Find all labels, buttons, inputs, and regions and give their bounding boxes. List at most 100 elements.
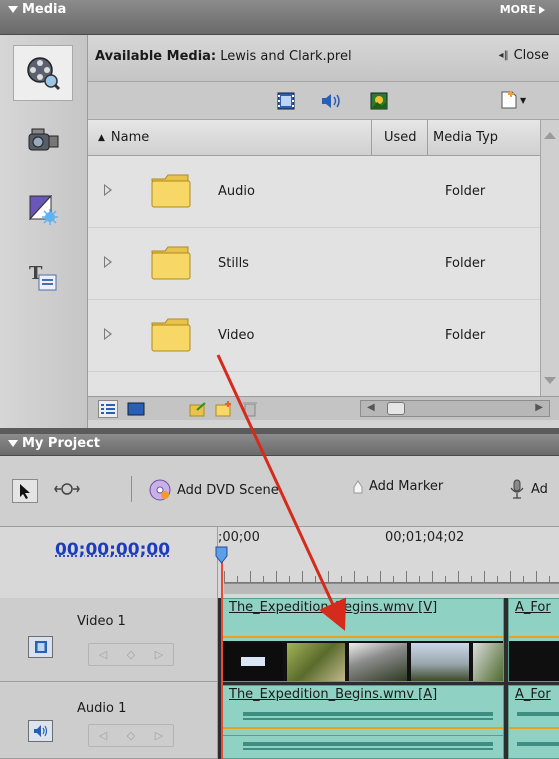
- media-type-column-header[interactable]: Media Typ: [433, 130, 498, 145]
- add-narration-label: Ad: [531, 481, 548, 497]
- automate-to-timeline-button[interactable]: [188, 400, 208, 418]
- video-track[interactable]: The_Expedition_Begins.wmv [V] A_For: [218, 598, 559, 682]
- media-title-bar: Available Media: Lewis and Clark.prel ◂‖…: [88, 35, 559, 82]
- audio-track[interactable]: The_Expedition_Begins.wmv [A] A_For: [218, 682, 559, 759]
- clip-label: The_Expedition_Begins.wmv [V]: [229, 600, 438, 615]
- ruler-tick: [497, 576, 498, 583]
- add-marker-button[interactable]: Add Marker: [353, 479, 443, 494]
- column-header-row: ▲ Name Used Media Typ: [88, 120, 559, 156]
- ruler-tick: [302, 571, 303, 583]
- scroll-up-icon[interactable]: [544, 132, 556, 139]
- ruler-tick: [536, 571, 537, 583]
- ruler-tick: [367, 576, 368, 583]
- playhead-handle-icon[interactable]: [215, 546, 228, 564]
- icon-view-icon: [127, 402, 145, 416]
- work-area-bar[interactable]: [224, 583, 559, 594]
- ruler-tick: [549, 576, 550, 583]
- list-item[interactable]: Audio Folder: [88, 156, 540, 228]
- new-folder-button[interactable]: [214, 400, 234, 418]
- project-panel-title[interactable]: My Project: [8, 436, 100, 451]
- prev-keyframe-icon[interactable]: ◁: [99, 648, 107, 661]
- time-stretch-tool-button[interactable]: [54, 481, 80, 497]
- video-clip[interactable]: The_Expedition_Begins.wmv [V]: [222, 598, 504, 682]
- vertical-scrollbar[interactable]: [540, 120, 559, 396]
- thumbnail: [473, 643, 503, 681]
- expand-triangle-icon[interactable]: [104, 328, 112, 340]
- scroll-left-icon[interactable]: ◀: [367, 402, 375, 413]
- add-narration-button[interactable]: Ad: [509, 479, 548, 499]
- add-keyframe-icon[interactable]: ◇: [127, 648, 135, 661]
- video-track-header: Video 1 ◁ ◇ ▷: [0, 598, 218, 682]
- column-divider[interactable]: [427, 120, 428, 156]
- project-panel-title-text: My Project: [22, 436, 100, 451]
- thumbnail: [225, 643, 283, 681]
- organize-button[interactable]: [13, 45, 73, 101]
- horizontal-scrollbar[interactable]: ◀ ▶: [360, 400, 550, 417]
- add-dvd-scene-label: Add DVD Scene: [177, 482, 279, 498]
- video-clip[interactable]: A_For: [508, 598, 559, 682]
- film-reel-magnifier-icon: [27, 57, 61, 91]
- expand-triangle-icon[interactable]: [104, 256, 112, 268]
- add-dvd-scene-button[interactable]: Add DVD Scene: [149, 479, 279, 501]
- add-keyframe-icon[interactable]: ◇: [127, 729, 135, 742]
- toolbar-divider: [131, 476, 132, 502]
- scroll-thumb[interactable]: [387, 402, 405, 415]
- name-column-header[interactable]: ▲ Name: [98, 130, 149, 145]
- media-panel-header: Media MORE: [0, 0, 559, 35]
- collapse-icon[interactable]: [8, 440, 18, 447]
- effects-button[interactable]: [13, 181, 73, 237]
- audio-clip[interactable]: A_For: [508, 685, 559, 759]
- dvd-icon: [149, 479, 171, 501]
- opacity-line[interactable]: [223, 636, 503, 638]
- available-media-title: Available Media: Lewis and Clark.prel: [95, 49, 352, 64]
- titles-button[interactable]: T: [13, 249, 73, 305]
- project-file-name: Lewis and Clark.prel: [220, 49, 352, 64]
- keyframe-navigator[interactable]: ◁ ◇ ▷: [88, 724, 174, 747]
- new-folder-icon: [215, 401, 231, 417]
- dropdown-arrow-icon: ▼: [520, 95, 527, 105]
- more-button[interactable]: MORE: [500, 3, 545, 16]
- column-divider[interactable]: [371, 120, 372, 156]
- new-item-button[interactable]: ▼: [501, 91, 526, 109]
- selection-tool-button[interactable]: [12, 479, 38, 503]
- collapse-icon[interactable]: [8, 6, 18, 13]
- ruler-tick: [224, 571, 225, 583]
- audio-track-toggle[interactable]: [28, 720, 53, 742]
- close-button[interactable]: ◂‖ Close: [499, 48, 549, 63]
- ruler-tick: [315, 576, 316, 583]
- icon-view-button[interactable]: [126, 400, 146, 418]
- media-bottom-toolbar: ◀ ▶: [88, 396, 559, 420]
- expand-triangle-icon[interactable]: [104, 184, 112, 196]
- media-panel-title[interactable]: Media: [8, 2, 66, 17]
- next-keyframe-icon[interactable]: ▷: [155, 729, 163, 742]
- list-item[interactable]: Stills Folder: [88, 228, 540, 300]
- thumbnail: [287, 643, 345, 681]
- ruler-label: 00;01;04;02: [385, 530, 465, 545]
- next-keyframe-icon[interactable]: ▷: [155, 648, 163, 661]
- list-item[interactable]: Video Folder: [88, 300, 540, 372]
- playhead-line[interactable]: [221, 547, 223, 759]
- project-toolbar: Add DVD Scene Add Marker Ad: [0, 456, 559, 527]
- arrow-cursor-icon: [20, 484, 30, 499]
- current-timecode[interactable]: 00;00;00;00: [55, 540, 170, 560]
- audio-clip[interactable]: The_Expedition_Begins.wmv [A]: [222, 685, 504, 759]
- ruler-tick: [354, 571, 355, 583]
- stills-filter-button[interactable]: [370, 92, 388, 114]
- scroll-right-icon[interactable]: ▶: [535, 402, 543, 413]
- opacity-line[interactable]: [509, 636, 559, 638]
- time-ruler[interactable]: ;00;00 00;01;04;02: [218, 527, 559, 598]
- speaker-icon: [322, 94, 340, 108]
- video-track-toggle[interactable]: [28, 636, 53, 658]
- prev-keyframe-icon[interactable]: ◁: [99, 729, 107, 742]
- video-filter-button[interactable]: [277, 92, 295, 114]
- delete-button[interactable]: [240, 400, 260, 418]
- list-view-button[interactable]: [98, 400, 118, 418]
- get-media-button[interactable]: [13, 113, 73, 169]
- marker-icon: [353, 479, 363, 493]
- audio-filter-button[interactable]: [320, 92, 342, 114]
- available-media-label: Available Media:: [95, 49, 217, 64]
- sort-ascending-icon: ▲: [98, 132, 105, 143]
- used-column-header[interactable]: Used: [384, 130, 417, 145]
- scroll-down-icon[interactable]: [544, 377, 556, 384]
- keyframe-navigator[interactable]: ◁ ◇ ▷: [88, 643, 174, 666]
